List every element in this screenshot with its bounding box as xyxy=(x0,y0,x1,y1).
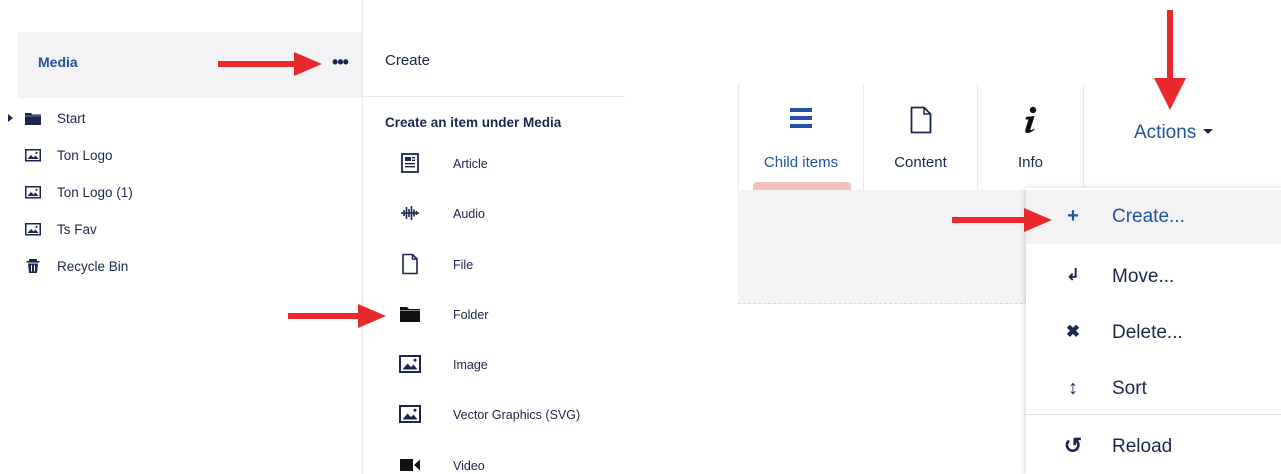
menu-item-label: Reload xyxy=(1112,436,1173,457)
article-icon xyxy=(401,153,419,173)
image-icon xyxy=(399,355,421,374)
create-panel-title: Create xyxy=(385,52,431,69)
reload-icon: ↺ xyxy=(1063,433,1083,458)
tree-item-label: Start xyxy=(57,111,86,126)
plus-icon: + xyxy=(1067,205,1079,227)
create-item-folder[interactable]: Folder xyxy=(363,291,625,341)
tree-item-label: Ton Logo (1) xyxy=(57,185,133,200)
image-icon xyxy=(25,149,41,162)
tab-info[interactable]: Info xyxy=(978,84,1084,190)
create-item-label: Article xyxy=(453,157,488,171)
image-icon xyxy=(25,186,41,199)
more-options-button[interactable]: ••• xyxy=(324,48,356,80)
annotation-arrow-right-icon xyxy=(218,52,322,76)
create-panel-subtitle: Create an item under Media xyxy=(385,115,562,130)
image-icon xyxy=(25,223,41,236)
create-item-label: Vector Graphics (SVG) xyxy=(453,408,581,423)
menu-item-label: Delete... xyxy=(1112,322,1183,343)
create-item-file[interactable]: File xyxy=(363,241,625,291)
video-icon xyxy=(400,458,420,471)
create-item-article[interactable]: Article xyxy=(363,140,625,190)
menu-item-create[interactable]: + Create... xyxy=(1026,190,1281,244)
menu-divider xyxy=(1026,414,1281,415)
tab-label: Info xyxy=(1017,154,1044,171)
audio-icon xyxy=(401,206,419,221)
caret-down-icon xyxy=(1203,129,1214,134)
file-icon xyxy=(402,253,418,274)
menu-item-label: Create... xyxy=(1112,206,1185,227)
create-item-vector-graphics[interactable]: Vector Graphics (SVG) xyxy=(363,391,625,441)
tab-content[interactable]: Content xyxy=(864,84,978,190)
menu-item-delete[interactable]: ✖ Delete... xyxy=(1026,306,1281,360)
menu-item-move[interactable]: ↲ Move... xyxy=(1026,250,1281,304)
info-icon xyxy=(1024,106,1036,134)
list-icon xyxy=(790,108,812,128)
menu-item-reload[interactable]: ↺ Reload xyxy=(1026,420,1281,474)
folder-icon xyxy=(400,306,420,322)
image-icon xyxy=(399,405,421,424)
folder-icon xyxy=(25,113,41,125)
create-item-image[interactable]: Image xyxy=(363,341,625,391)
expand-caret-icon[interactable] xyxy=(8,114,13,122)
annotation-arrow-right-icon xyxy=(288,304,386,328)
tree-item-label: Ton Logo xyxy=(57,148,113,163)
sort-icon: ↕ xyxy=(1068,377,1078,399)
actions-dropdown-button[interactable]: Actions xyxy=(1134,122,1214,144)
create-item-label: File xyxy=(453,257,474,272)
create-item-label: Folder xyxy=(453,307,489,322)
annotation-arrow-right-icon xyxy=(952,208,1052,232)
create-item-label: Video xyxy=(453,458,485,473)
tab-child-items[interactable]: Child items xyxy=(738,84,864,190)
create-item-label: Image xyxy=(453,358,488,373)
move-icon: ↲ xyxy=(1066,267,1080,284)
divider xyxy=(363,96,625,97)
menu-item-sort[interactable]: ↕ Sort xyxy=(1026,362,1281,416)
menu-item-label: Move... xyxy=(1112,266,1175,287)
actions-label: Actions xyxy=(1134,122,1197,143)
tree-item-label: Ts Fav xyxy=(57,222,97,237)
create-item-audio[interactable]: Audio xyxy=(363,190,625,240)
annotation-arrow-down-icon xyxy=(1154,10,1186,110)
menu-item-label: Sort xyxy=(1112,378,1147,399)
tab-label: Child items xyxy=(763,154,839,171)
document-icon xyxy=(910,106,931,134)
active-tab-indicator xyxy=(753,182,851,190)
create-item-video[interactable]: Video xyxy=(363,442,625,474)
delete-icon: ✖ xyxy=(1065,322,1081,341)
create-item-label: Audio xyxy=(453,207,485,222)
trash-icon xyxy=(26,259,40,273)
tab-label: Content xyxy=(894,154,947,171)
actions-menu: + Create... ↲ Move... ✖ Delete... ↕ Sort… xyxy=(1026,188,1281,474)
create-panel: Create Create an item under Media Articl… xyxy=(362,0,625,474)
tree-item-label: Recycle Bin xyxy=(57,259,129,274)
create-type-list: Article Audio File Folder Image Vector G… xyxy=(363,140,625,474)
tree-title[interactable]: Media xyxy=(38,54,78,70)
